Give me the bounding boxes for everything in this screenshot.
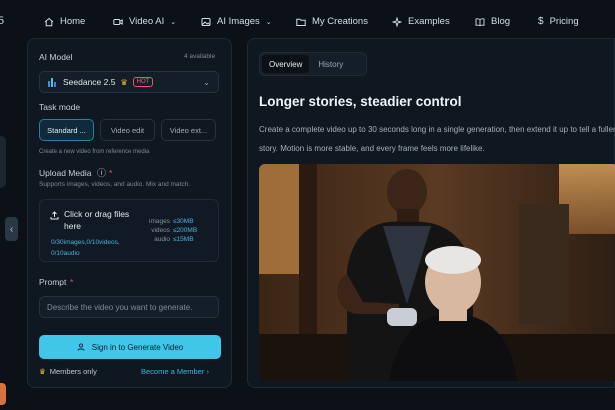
book-icon (475, 17, 485, 26)
upload-icon (50, 211, 59, 220)
nav-examples[interactable]: Examples (392, 16, 450, 27)
members-only-note: ♛ Members only (39, 367, 97, 376)
dollar-icon: $ (538, 16, 544, 27)
example-video-preview[interactable] (259, 164, 615, 381)
chevron-down-icon: ⌄ (170, 18, 177, 26)
mode-video-edit[interactable]: Video edit (100, 119, 155, 141)
become-member-link[interactable]: Become a Member › (141, 367, 209, 376)
chevron-down-icon: ⌄ (203, 77, 210, 87)
upload-label: Upload Media (39, 168, 92, 178)
user-icon (77, 343, 85, 351)
home-icon (44, 17, 54, 26)
upload-required-marker: * (109, 168, 113, 178)
view-tabs: Overview History (259, 52, 367, 76)
upload-dropzone[interactable]: Click or drag files here 0/30images,0/10… (39, 199, 219, 262)
nav-video-ai[interactable]: Video AI ⌄ (113, 16, 176, 27)
task-mode-label: Task mode (39, 102, 81, 112)
sparkle-icon (392, 16, 402, 27)
sidebar-rail (0, 136, 6, 188)
mode-video-extend[interactable]: Video ext... (161, 119, 216, 141)
nav-home-label: Home (60, 16, 86, 27)
nav-pricing[interactable]: $ Pricing (538, 16, 579, 27)
nav-home[interactable]: Home (44, 16, 85, 27)
sign-in-generate-label: Sign in to Generate Video (91, 342, 184, 352)
collapse-sidebar-button[interactable]: ‹ (5, 217, 18, 241)
nav-examples-label: Examples (408, 16, 450, 27)
model-select[interactable]: Seedance 2.5 ♛ HOT ⌄ (39, 71, 219, 93)
info-icon: ⓘ (97, 168, 107, 178)
mode-standard[interactable]: Standard ... (39, 119, 94, 141)
prompt-required-marker: * (70, 277, 74, 287)
members-only-label: Members only (49, 367, 97, 376)
prompt-label: Prompt (39, 277, 67, 287)
hot-badge: HOT (132, 77, 154, 87)
model-label: AI Model (39, 52, 73, 62)
video-icon (113, 18, 123, 25)
limit-row: audio ≤15MB (154, 236, 194, 243)
chevron-left-icon: ‹ (9, 223, 14, 235)
sign-in-generate-button[interactable]: Sign in to Generate Video (39, 335, 221, 359)
crown-icon: ♛ (120, 77, 128, 87)
nav-ai-images-label: AI Images (217, 16, 260, 27)
prompt-input[interactable]: Describe the video you want to generate. (39, 296, 219, 318)
model-count: 4 available (184, 53, 216, 60)
upload-limits: images ≤30MB videos ≤200MB audio ≤15MB (146, 217, 197, 244)
chevron-down-icon: ⌄ (265, 18, 272, 26)
tab-history[interactable]: History (311, 55, 350, 73)
sidebar-accent-tab[interactable] (0, 383, 6, 405)
limit-row: videos ≤200MB (151, 227, 198, 234)
tab-overview[interactable]: Overview (262, 55, 310, 73)
model-value: Seedance 2.5 (63, 77, 116, 87)
feature-headline: Longer stories, steadier control (259, 94, 462, 109)
task-mode-group: Standard ... Video edit Video ext... (39, 119, 216, 141)
feature-description: Create a complete video up to 30 seconds… (259, 125, 615, 153)
nav-video-ai-label: Video AI (129, 16, 165, 27)
folder-icon (296, 18, 306, 26)
mode-hint: Create a new video from reference media (39, 149, 150, 155)
nav-blog[interactable]: Blog (475, 16, 510, 27)
crown-icon: ♛ (39, 367, 46, 376)
overview-panel: Overview History Longer stories, steadie… (247, 38, 615, 388)
bar-chart-icon (48, 77, 56, 87)
upload-hint: Supports images, videos, and audio. Mix … (39, 181, 191, 188)
nav-my-creations-label: My Creations (312, 16, 368, 27)
barbershop-scene-image (259, 164, 615, 381)
generator-panel: AI Model 4 available Seedance 2.5 ♛ HOT … (27, 38, 232, 388)
brand-logo[interactable]: 5 (0, 15, 4, 27)
nav-my-creations[interactable]: My Creations (296, 16, 368, 27)
limit-row: images ≤30MB (149, 218, 194, 225)
nav-ai-images[interactable]: AI Images ⌄ (201, 16, 272, 27)
upload-title: Click or drag files here (64, 209, 130, 231)
image-icon (201, 17, 211, 26)
nav-blog-label: Blog (491, 16, 511, 27)
upload-counts: 0/30images,0/10videos, 0/10audio (51, 239, 120, 257)
nav-pricing-label: Pricing (549, 16, 579, 27)
